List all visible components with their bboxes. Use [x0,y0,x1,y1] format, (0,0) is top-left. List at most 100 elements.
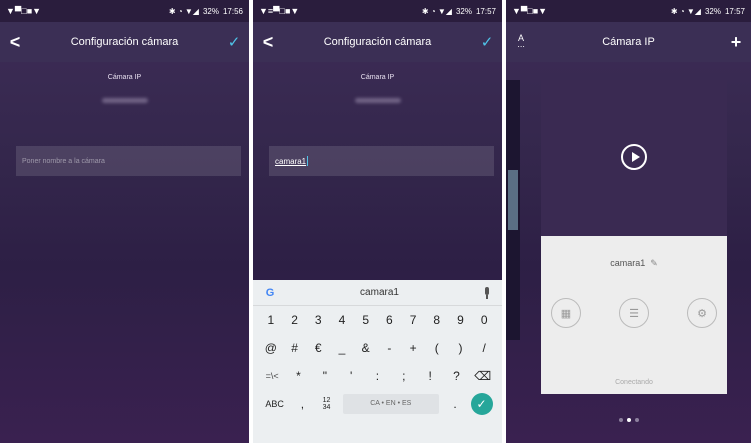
key[interactable]: & [354,341,378,355]
key[interactable]: # [283,341,307,355]
grid-icon[interactable]: ▦ [551,298,581,328]
camera-name-input[interactable]: Poner nombre a la cámara [16,146,241,176]
text-caret [307,156,309,166]
key[interactable]: ( [425,341,449,355]
back-arrow-icon[interactable]: < [0,32,30,53]
page-dot-active[interactable] [626,418,631,422]
key[interactable]: 0 [472,313,496,327]
sort-icon[interactable]: A ∙∙∙ [506,33,536,51]
key[interactable]: * [285,369,311,383]
app-bar: A ∙∙∙ Cámara IP + [506,22,751,62]
camera-type-label: Cámara IP [360,74,395,81]
page-title: Configuración cámara [70,36,179,48]
notification-icons: ▼▀□■▼ [512,6,548,16]
blurred-camera-id [101,98,148,103]
key-comma[interactable]: , [290,397,314,411]
screen-camera-list: ▼▀□■▼ ✱ ◔ ▼◢ 32% 17:57 A ∙∙∙ Cámara IP + … [506,0,751,443]
key[interactable]: 9 [449,313,473,327]
camera-card: camara1 ✎ ▦ ☰ ⚙ Conectando [541,80,727,394]
suggestion-bar: G camara1 [253,280,502,306]
blurred-camera-id [354,98,401,103]
key[interactable]: 6 [378,313,402,327]
screen-configure-typing: ▼≡▀□■▼ ✱ ◔ ▼◢ 32% 17:57 < Configuración … [253,0,502,443]
screen-configure-empty: ▼▀□■▼ ✱ ◔ ▼◢ 32% 17:56 < Configuración c… [0,0,249,443]
key[interactable]: @ [259,341,283,355]
back-arrow-icon[interactable]: < [253,32,283,53]
page-title: Cámara IP [602,36,655,48]
clock: 17:56 [222,6,243,16]
previous-card-peek[interactable] [506,80,520,340]
key[interactable]: 1 [259,313,283,327]
frac-bottom: 34 [322,403,331,411]
key[interactable]: ' [338,369,364,383]
soft-keyboard: G camara1 1 2 3 4 5 6 7 8 9 0 @ # € _ & … [253,280,502,443]
notification-icons: ▼≡▀□■▼ [259,6,300,16]
sliders-icon[interactable]: ☰ [619,298,649,328]
camera-name[interactable]: camara1 ✎ [541,258,727,269]
battery-level: 32% [455,6,472,16]
enter-icon: ✓ [470,393,493,415]
page-title: Configuración cámara [323,36,432,48]
frac-top: 12 [322,396,331,404]
key-row-symbols: @ # € _ & - + ( ) / [253,334,502,362]
check-icon[interactable]: ✓ [219,33,249,51]
app-bar: < Configuración cámara ✓ [253,22,502,62]
key[interactable]: / [472,341,496,355]
page-indicator [506,418,751,422]
input-value: camara1 [275,156,307,166]
key[interactable]: " [312,369,338,383]
mic-icon[interactable] [482,286,492,299]
key[interactable]: : [364,369,390,383]
google-icon[interactable]: G [263,286,277,300]
key-fraction[interactable]: 12 34 [314,397,338,412]
key[interactable]: 7 [401,313,425,327]
camera-type-label: Cámara IP [107,74,142,81]
camera-name-text: camara1 [610,258,646,268]
key[interactable]: 5 [354,313,378,327]
signal-icons: ✱ ◔ ▼◢ [670,6,701,16]
key[interactable]: 3 [306,313,330,327]
gear-icon[interactable]: ⚙ [687,298,717,328]
connection-status: Conectando [615,379,653,386]
enter-key[interactable]: ✓ [467,393,496,415]
key[interactable]: _ [330,341,354,355]
key[interactable]: € [306,341,330,355]
video-preview[interactable] [541,80,727,236]
app-bar: < Configuración cámara ✓ [0,22,249,62]
notification-icons: ▼▀□■▼ [6,6,42,16]
key-abc[interactable]: ABC [259,399,290,409]
status-bar: ▼▀□■▼ ✱ ◔ ▼◢ 32% 17:57 [506,0,751,22]
key[interactable]: + [401,341,425,355]
key[interactable]: ! [417,369,443,383]
signal-icons: ✱ ◔ ▼◢ [168,6,199,16]
pencil-icon[interactable]: ✎ [650,258,658,268]
suggestion-word[interactable]: camara1 [277,287,482,298]
camera-name-input[interactable]: camara1 [269,146,494,176]
key[interactable]: ; [391,369,417,383]
status-bar: ▼▀□■▼ ✱ ◔ ▼◢ 32% 17:56 [0,0,249,22]
space-bar[interactable]: CA • EN • ES [342,394,439,414]
signal-icons: ✱ ◔ ▼◢ [421,6,452,16]
battery-level: 32% [704,6,721,16]
key[interactable]: 2 [283,313,307,327]
key-period[interactable]: . [443,397,467,411]
backspace-icon[interactable]: ⌫ [470,369,496,383]
key-row-numbers: 1 2 3 4 5 6 7 8 9 0 [253,306,502,334]
clock: 17:57 [475,6,496,16]
key[interactable]: 8 [425,313,449,327]
battery-level: 32% [202,6,219,16]
key[interactable]: 4 [330,313,354,327]
clock: 17:57 [724,6,745,16]
play-icon[interactable] [621,144,647,170]
key-row-punct: =\< * " ' : ; ! ? ⌫ [253,362,502,390]
page-dot[interactable] [634,418,639,422]
key-more-symbols[interactable]: =\< [259,371,285,381]
key[interactable]: ? [443,369,469,383]
key[interactable]: ) [449,341,473,355]
camera-panel: camara1 ✎ ▦ ☰ ⚙ Conectando [541,236,727,394]
key[interactable]: - [378,341,402,355]
plus-icon[interactable]: + [721,32,751,53]
sort-icon-label: A [517,33,524,43]
check-icon[interactable]: ✓ [472,33,502,51]
page-dot[interactable] [618,418,623,422]
